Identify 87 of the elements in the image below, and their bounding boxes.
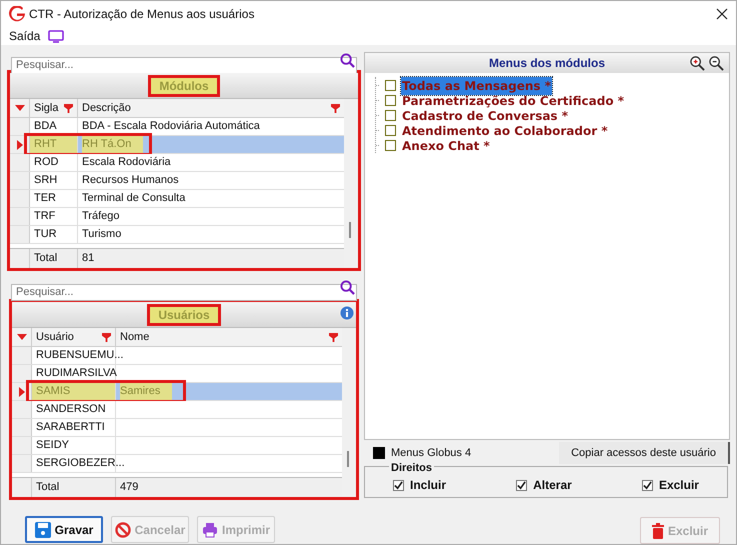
table-cell-text: Recursos Humanos: [82, 173, 180, 188]
total-label: Total: [34, 251, 58, 266]
sort-arrow-icon[interactable]: [16, 334, 26, 340]
checkbox[interactable]: [385, 80, 396, 91]
table-cell-text: SARABERTTI: [36, 420, 105, 436]
table-row[interactable]: SEIDY: [12, 437, 342, 455]
total-value: 479: [120, 480, 138, 496]
checkbox-label[interactable]: Incluir: [410, 476, 446, 494]
table-row[interactable]: SANDERSON: [12, 401, 342, 419]
table-row[interactable]: SARABERTTI: [12, 419, 342, 437]
column-header: Sigla: [34, 100, 58, 116]
checkbox[interactable]: [385, 110, 396, 121]
checkbox[interactable]: [516, 480, 528, 490]
search-icon[interactable]: [340, 53, 355, 68]
search-icon[interactable]: [340, 280, 355, 295]
table-cell-text: RHT: [34, 137, 57, 152]
checkbox[interactable]: [642, 480, 653, 490]
tree-item[interactable]: Atendimento ao Colaborador *: [401, 122, 609, 140]
table-row[interactable]: BDA BDA - Escala Rodoviária Automática: [10, 118, 344, 136]
table-cell-text: SEIDY: [36, 438, 70, 454]
table-cell: Samires: [120, 383, 172, 400]
app-logo-icon: [9, 6, 25, 22]
table-cell-text: SERGIOBEZER...: [36, 456, 125, 472]
table-row[interactable]: TUR Turismo: [10, 226, 344, 244]
monitor-icon[interactable]: [48, 30, 64, 42]
close-icon[interactable]: [716, 8, 728, 20]
panel-title: Menus dos módulos: [488, 55, 605, 72]
panel-title: Usuários: [147, 304, 221, 326]
table-cell-text: Turismo: [82, 227, 122, 242]
tree-item[interactable]: Cadastro de Conversas *: [401, 106, 570, 124]
table-row[interactable]: RUDIMARSILVA: [12, 365, 342, 383]
zoom-in-icon[interactable]: [690, 56, 705, 70]
zoom-out-icon[interactable]: [709, 56, 724, 70]
copy-access-button[interactable]: Copiar acessos deste usuário: [559, 442, 730, 464]
filter-icon[interactable]: [102, 332, 111, 342]
column-header: Nome: [120, 330, 150, 345]
total-label: Total: [36, 480, 60, 496]
column-header: Usuário: [36, 330, 74, 345]
table-row[interactable]: SRH Recursos Humanos: [10, 172, 344, 190]
info-icon[interactable]: [340, 306, 354, 320]
checkbox-label[interactable]: Excluir: [658, 476, 699, 494]
legend-label: Menus Globus 4: [391, 446, 472, 461]
table-row[interactable]: TER Terminal de Consulta: [10, 190, 344, 208]
total-value: 81: [82, 251, 94, 266]
table-cell-text: ROD: [34, 155, 58, 170]
printer-icon: [202, 522, 218, 538]
table-cell-text: Terminal de Consulta: [82, 191, 186, 206]
table-cell-text: Tráfego: [82, 209, 121, 224]
table-cell-text: RUBENSUEMU...: [36, 348, 124, 364]
trash-icon: [652, 522, 664, 538]
search-field[interactable]: Pesquisar...: [11, 284, 357, 300]
tree-item[interactable]: Parametrizações do Certificado *: [401, 92, 626, 110]
checkbox[interactable]: [385, 140, 396, 151]
table-cell-text: TUR: [34, 227, 57, 242]
column-header: Descrição: [82, 100, 131, 116]
action-button[interactable]: Gravar: [25, 516, 103, 543]
checkbox[interactable]: [385, 125, 396, 136]
row-pointer-icon: [18, 386, 24, 396]
table-row[interactable]: RUBENSUEMU...: [12, 347, 342, 365]
window-title: CTR - Autorização de Menus aos usuários: [29, 6, 254, 23]
table-row[interactable]: ROD Escala Rodoviária: [10, 154, 344, 172]
search-field[interactable]: Pesquisar...: [11, 56, 357, 74]
row-pointer-icon: [16, 140, 22, 150]
panel-title: Módulos: [148, 74, 220, 96]
table-cell-text: SANDERSON: [36, 402, 106, 418]
checkbox-label[interactable]: Alterar: [533, 476, 572, 494]
checkbox[interactable]: [393, 480, 404, 490]
table-row[interactable]: SERGIOBEZER...: [12, 455, 342, 473]
table-cell-text: SAMIS: [36, 384, 70, 400]
sort-arrow-icon[interactable]: [14, 105, 24, 111]
checkbox[interactable]: [385, 95, 396, 106]
table-cell-text: TER: [34, 191, 56, 206]
table-cell-text: BDA - Escala Rodoviária Automática: [82, 119, 261, 134]
table-cell-text: SRH: [34, 173, 58, 188]
tree-item[interactable]: Anexo Chat *: [401, 136, 491, 154]
filter-icon[interactable]: [331, 104, 340, 112]
filter-icon[interactable]: [329, 332, 338, 342]
table-cell-text: RUDIMARSILVA: [36, 366, 117, 382]
table-cell-text: BDA: [34, 119, 57, 134]
table-row[interactable]: TRF Tráfego: [10, 208, 344, 226]
legend-swatch: [373, 447, 385, 459]
menu-item[interactable]: Saída: [9, 27, 40, 45]
filter-icon[interactable]: [64, 104, 73, 112]
table-cell-text: Escala Rodoviária: [82, 155, 172, 170]
table-cell-text: TRF: [34, 209, 56, 224]
table-cell: RH Tá.On: [82, 136, 144, 153]
prohibited-icon: [114, 522, 131, 538]
